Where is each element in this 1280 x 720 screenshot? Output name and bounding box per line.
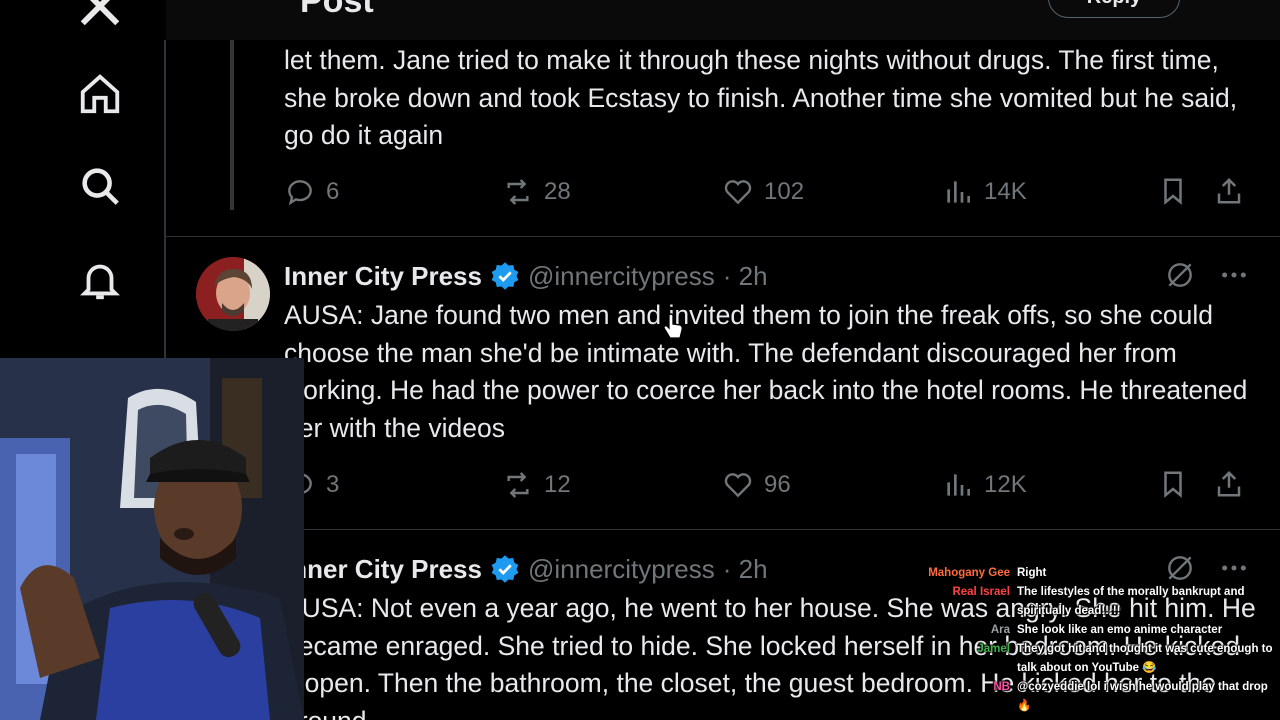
chat-username: Jamel bbox=[977, 643, 1010, 655]
views-icon bbox=[947, 474, 970, 496]
chat-username: Mahogany Gee bbox=[928, 567, 1010, 579]
share-icon bbox=[1217, 177, 1241, 204]
like-action[interactable]: 102 bbox=[722, 176, 804, 208]
reply-button[interactable]: Reply bbox=[1048, 0, 1180, 18]
views-action[interactable]: 14K bbox=[942, 176, 1027, 208]
stream-chat: Mahogany Gee Right Real Israel The lifes… bbox=[922, 564, 1278, 720]
chat-text: They got hit and thought it was cute eno… bbox=[1017, 643, 1273, 674]
search-icon[interactable] bbox=[72, 158, 128, 214]
hand-cursor-icon bbox=[663, 313, 683, 339]
reply-count: 6 bbox=[326, 178, 340, 205]
verified-badge-icon bbox=[491, 555, 519, 583]
share-action[interactable] bbox=[1214, 176, 1244, 206]
author-handle[interactable]: @innercitypress bbox=[528, 554, 715, 585]
bookmark-icon bbox=[1164, 178, 1182, 205]
tweet[interactable]: let them. Jane tried to make it through … bbox=[166, 40, 1280, 236]
like-count: 96 bbox=[764, 471, 791, 498]
author-handle[interactable]: @innercitypress bbox=[528, 261, 715, 292]
author-name[interactable]: Inner City Press bbox=[284, 554, 482, 585]
like-action[interactable]: 96 bbox=[722, 469, 791, 501]
chat-text: Right bbox=[1017, 567, 1047, 579]
chat-username: Ara bbox=[990, 624, 1010, 636]
reply-icon bbox=[288, 180, 312, 206]
more-options-icon[interactable] bbox=[1218, 259, 1250, 291]
tweet-actions: 6 28 102 14K bbox=[284, 176, 1248, 212]
repost-action[interactable]: 28 bbox=[502, 176, 571, 208]
streamer-video bbox=[0, 358, 304, 720]
webcam-overlay bbox=[0, 358, 304, 720]
bookmark-action[interactable] bbox=[1158, 469, 1188, 499]
thread-line bbox=[230, 40, 234, 210]
author-row: Inner City Press @innercitypress · 2h bbox=[284, 552, 768, 586]
views-action[interactable]: 12K bbox=[942, 469, 1027, 501]
heart-icon bbox=[724, 180, 752, 205]
author-name[interactable]: Inner City Press bbox=[284, 261, 482, 292]
chat-text: @cozyeddie lol i wish he would play that… bbox=[1017, 681, 1268, 712]
avatar[interactable] bbox=[196, 257, 270, 331]
chat-username: Real Israel bbox=[952, 586, 1010, 598]
reply-action[interactable]: 6 bbox=[284, 176, 339, 208]
bookmark-icon bbox=[1164, 471, 1182, 498]
tweet-text: AUSA: Jane found two men and invited the… bbox=[284, 300, 1248, 443]
like-count: 102 bbox=[764, 178, 805, 205]
heart-icon bbox=[724, 473, 752, 498]
chat-text: The lifestyles of the morally bankrupt a… bbox=[1017, 586, 1245, 617]
tweet-actions: 3 12 96 12K bbox=[284, 469, 1248, 505]
bookmark-action[interactable] bbox=[1158, 176, 1188, 206]
repost-action[interactable]: 12 bbox=[502, 469, 571, 501]
page-title: Post bbox=[300, 0, 374, 20]
author-row: Inner City Press @innercitypress · 2h bbox=[284, 259, 768, 293]
share-action[interactable] bbox=[1214, 469, 1244, 499]
home-icon[interactable] bbox=[72, 66, 128, 122]
verified-badge-icon bbox=[491, 262, 519, 290]
views-count: 14K bbox=[984, 178, 1027, 205]
more-icon[interactable]: · bbox=[1206, 0, 1214, 14]
grok-icon[interactable] bbox=[1164, 259, 1196, 291]
repost-count: 12 bbox=[544, 471, 571, 498]
tweet-text: let them. Jane tried to make it through … bbox=[284, 45, 1238, 150]
repost-icon bbox=[507, 179, 529, 205]
tweet[interactable]: Inner City Press @innercitypress · 2h AU… bbox=[166, 237, 1280, 529]
page-header: Post Reply · bbox=[166, 0, 1280, 40]
tweet-menu bbox=[1164, 259, 1250, 291]
tweet-time: · 2h bbox=[722, 260, 768, 291]
chat-text: She look like an emo anime character bbox=[1017, 624, 1223, 636]
tweet-time: · 2h bbox=[722, 553, 768, 584]
chat-username: NB bbox=[993, 681, 1010, 693]
share-icon bbox=[1217, 470, 1241, 497]
repost-count: 28 bbox=[544, 178, 571, 205]
x-logo-icon[interactable] bbox=[72, 0, 128, 34]
repost-icon bbox=[507, 472, 529, 498]
views-icon bbox=[947, 181, 970, 203]
reply-count: 3 bbox=[326, 471, 340, 498]
bell-icon[interactable] bbox=[72, 252, 128, 308]
views-count: 12K bbox=[984, 471, 1027, 498]
